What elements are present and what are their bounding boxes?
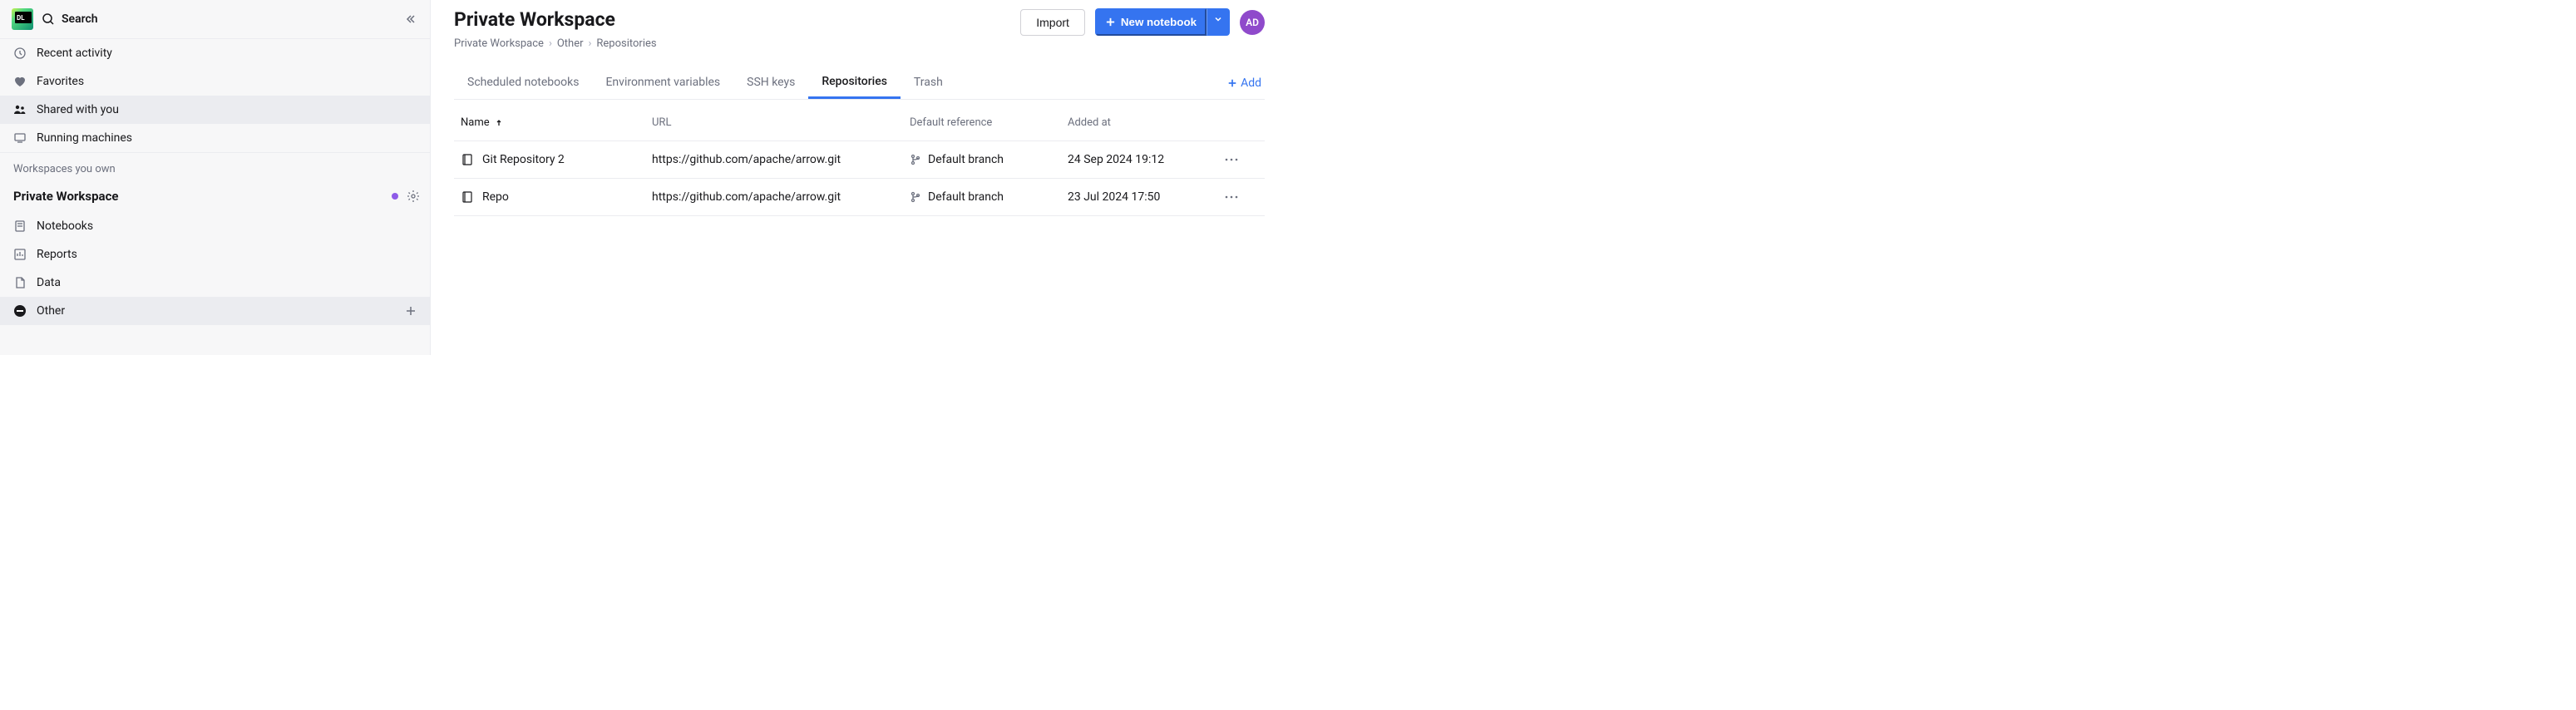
more-icon xyxy=(1225,195,1238,199)
add-label: Add xyxy=(1241,76,1261,90)
chevron-right-icon: › xyxy=(549,37,552,50)
branch-icon xyxy=(910,154,921,165)
ws-item-data[interactable]: Data xyxy=(0,269,430,297)
gear-icon xyxy=(407,190,420,203)
workspace-status-dot xyxy=(392,193,398,200)
nav-recent-activity[interactable]: Recent activity xyxy=(0,39,430,67)
table-row[interactable]: Git Repository 2 https://github.com/apac… xyxy=(454,141,1265,179)
reports-icon xyxy=(13,248,27,261)
table-header: Name URL Default reference Added at xyxy=(454,105,1265,141)
repo-url-text: https://github.com/apache/arrow.git xyxy=(652,153,910,166)
notebook-icon xyxy=(13,219,27,233)
breadcrumb-item[interactable]: Other xyxy=(557,37,584,50)
column-added-label[interactable]: Added at xyxy=(1068,116,1225,129)
repo-icon xyxy=(461,190,474,204)
heart-icon xyxy=(13,75,27,88)
tab-trash[interactable]: Trash xyxy=(901,67,956,99)
new-notebook-dropdown[interactable] xyxy=(1207,8,1230,36)
column-name-label: Name xyxy=(461,116,490,129)
main-content: Private Workspace Import New notebook AD… xyxy=(431,0,1288,355)
breadcrumb: Private Workspace › Other › Repositories xyxy=(454,37,1265,50)
search-trigger[interactable]: Search xyxy=(42,12,393,26)
workspace-header[interactable]: Private Workspace xyxy=(0,180,430,212)
plus-icon xyxy=(1105,17,1116,27)
data-icon xyxy=(13,276,27,289)
repo-added-text: 24 Sep 2024 19:12 xyxy=(1068,153,1225,166)
workspaces-section-label: Workspaces you own xyxy=(0,153,430,180)
search-label: Search xyxy=(62,12,98,26)
nav-label: Favorites xyxy=(37,75,84,88)
new-notebook-label: New notebook xyxy=(1121,16,1197,28)
plus-icon xyxy=(1227,78,1237,88)
collapse-sidebar-button[interactable] xyxy=(402,10,420,28)
repo-name-text: Repo xyxy=(482,190,509,204)
ws-item-notebooks[interactable]: Notebooks xyxy=(0,212,430,240)
sidebar-header: Search xyxy=(0,0,430,39)
ws-item-label: Notebooks xyxy=(37,219,93,233)
more-icon xyxy=(1225,158,1238,161)
nav-shared-with-you[interactable]: Shared with you xyxy=(0,96,430,124)
ws-item-label: Data xyxy=(37,276,61,289)
nav-label: Recent activity xyxy=(37,47,112,60)
add-repository-button[interactable]: Add xyxy=(1227,76,1265,90)
nav-label: Shared with you xyxy=(37,103,119,116)
row-actions-button[interactable] xyxy=(1225,195,1258,199)
add-other-button[interactable] xyxy=(405,305,417,317)
people-icon xyxy=(13,103,27,116)
repo-ref-text: Default branch xyxy=(928,190,1004,204)
search-icon xyxy=(42,12,55,26)
row-actions-button[interactable] xyxy=(1225,158,1258,161)
column-url-label[interactable]: URL xyxy=(652,116,910,129)
breadcrumb-item[interactable]: Repositories xyxy=(596,37,656,50)
workspace-title: Private Workspace xyxy=(13,189,119,204)
clock-icon xyxy=(13,47,27,60)
repo-icon xyxy=(461,153,474,166)
nav-label: Running machines xyxy=(37,131,132,145)
tab-scheduled-notebooks[interactable]: Scheduled notebooks xyxy=(454,67,592,99)
repo-added-text: 23 Jul 2024 17:50 xyxy=(1068,190,1225,204)
user-avatar[interactable]: AD xyxy=(1240,10,1265,35)
sidebar: Search Recent activity Favorites Shared … xyxy=(0,0,431,355)
other-icon xyxy=(13,304,27,318)
repositories-table: Name URL Default reference Added at Git … xyxy=(454,105,1265,216)
sort-asc-icon xyxy=(495,119,503,127)
monitor-icon xyxy=(13,131,27,145)
new-notebook-button[interactable]: New notebook xyxy=(1095,8,1207,36)
plus-icon xyxy=(405,305,417,317)
chevron-down-icon xyxy=(1214,15,1222,23)
new-notebook-split-button: New notebook xyxy=(1095,8,1230,36)
branch-icon xyxy=(910,191,921,203)
nav-favorites[interactable]: Favorites xyxy=(0,67,430,96)
app-logo[interactable] xyxy=(12,8,33,30)
page-header: Private Workspace Import New notebook AD xyxy=(454,8,1265,36)
chevron-right-icon: › xyxy=(589,37,592,50)
repo-name-text: Git Repository 2 xyxy=(482,153,565,166)
workspace-settings-button[interactable] xyxy=(407,190,420,203)
tab-environment-variables[interactable]: Environment variables xyxy=(592,67,733,99)
ws-item-label: Reports xyxy=(37,248,77,261)
ws-item-other[interactable]: Other xyxy=(0,297,430,325)
nav-running-machines[interactable]: Running machines xyxy=(0,124,430,153)
import-button[interactable]: Import xyxy=(1020,9,1085,36)
repo-url-text: https://github.com/apache/arrow.git xyxy=(652,190,910,204)
ws-item-reports[interactable]: Reports xyxy=(0,240,430,269)
tab-ssh-keys[interactable]: SSH keys xyxy=(733,67,808,99)
ws-item-label: Other xyxy=(37,304,65,318)
breadcrumb-item[interactable]: Private Workspace xyxy=(454,37,544,50)
chevron-double-left-icon xyxy=(405,13,417,25)
tabs: Scheduled notebooks Environment variable… xyxy=(454,67,1265,100)
column-name-sort[interactable]: Name xyxy=(461,116,652,129)
column-ref-label[interactable]: Default reference xyxy=(910,116,1068,129)
tab-repositories[interactable]: Repositories xyxy=(808,67,901,99)
page-title: Private Workspace xyxy=(454,8,615,31)
repo-ref-text: Default branch xyxy=(928,153,1004,166)
table-row[interactable]: Repo https://github.com/apache/arrow.git… xyxy=(454,179,1265,216)
